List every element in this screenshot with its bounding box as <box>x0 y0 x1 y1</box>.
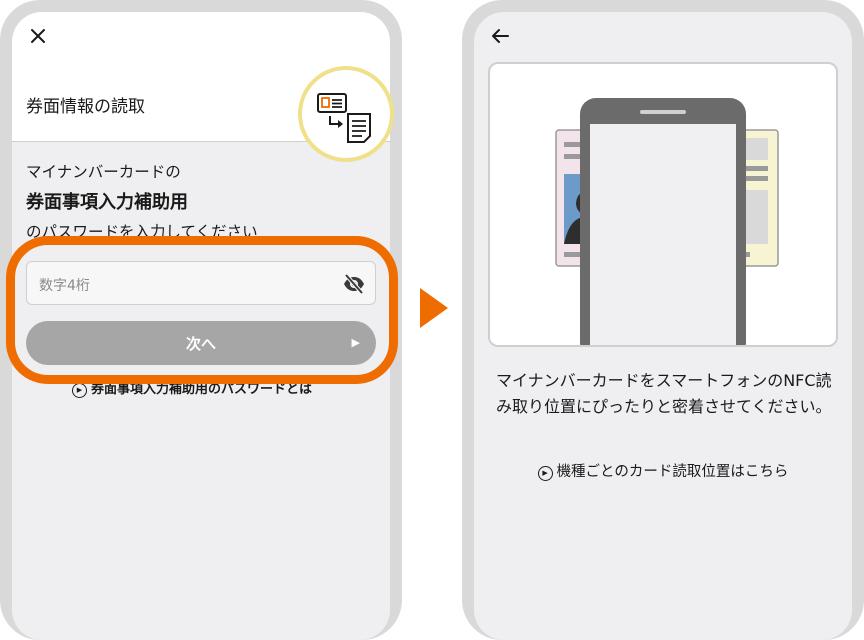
close-icon[interactable] <box>28 26 48 46</box>
flow-arrow-icon <box>420 288 448 328</box>
password-placeholder: 数字4桁 <box>39 278 90 294</box>
document-icon <box>347 113 371 143</box>
password-input[interactable]: 数字4桁 <box>26 261 376 305</box>
next-button[interactable]: 次へ ▶ <box>26 321 376 365</box>
play-circle-icon: ▶ <box>72 383 87 398</box>
eye-slash-icon[interactable] <box>343 274 365 294</box>
card-position-link[interactable]: ▶ 機種ごとのカード読取位置はこちら <box>474 460 852 481</box>
password-help-link-text: 券面事項入力補助用のパスワードとは <box>91 382 313 397</box>
nfc-instruction-text: マイナンバーカードをスマートフォンのNFC読み取り位置にぴったりと密着させてくだ… <box>496 371 832 416</box>
password-help-link[interactable]: ▶ 券面事項入力補助用のパスワードとは <box>72 378 312 398</box>
right-phone-frame: マイナンバーカードをスマートフォンのNFC読み取り位置にぴったりと密着させてくだ… <box>462 0 864 640</box>
prompt-line-2: 券面事項入力補助用 <box>26 192 188 213</box>
page-title: 券面情報の読取 <box>26 97 145 117</box>
right-screen: マイナンバーカードをスマートフォンのNFC読み取り位置にぴったりと密着させてくだ… <box>474 12 852 640</box>
prompt-line-1: マイナンバーカードの <box>26 163 181 181</box>
prompt-line-3: のパスワードを入力してください <box>26 223 258 241</box>
back-arrow-icon[interactable] <box>490 26 510 46</box>
phone-illustration <box>580 98 746 345</box>
next-arrow-icon: ▶ <box>351 336 360 349</box>
id-card-to-document-icon <box>317 93 371 143</box>
scan-card-badge <box>298 66 394 162</box>
next-button-label: 次へ <box>185 335 216 353</box>
play-circle-icon: ▶ <box>537 466 553 481</box>
id-card-icon <box>317 93 347 113</box>
card-position-link-text: 機種ごとのカード読取位置はこちら <box>556 464 789 480</box>
nfc-illustration <box>488 62 838 347</box>
